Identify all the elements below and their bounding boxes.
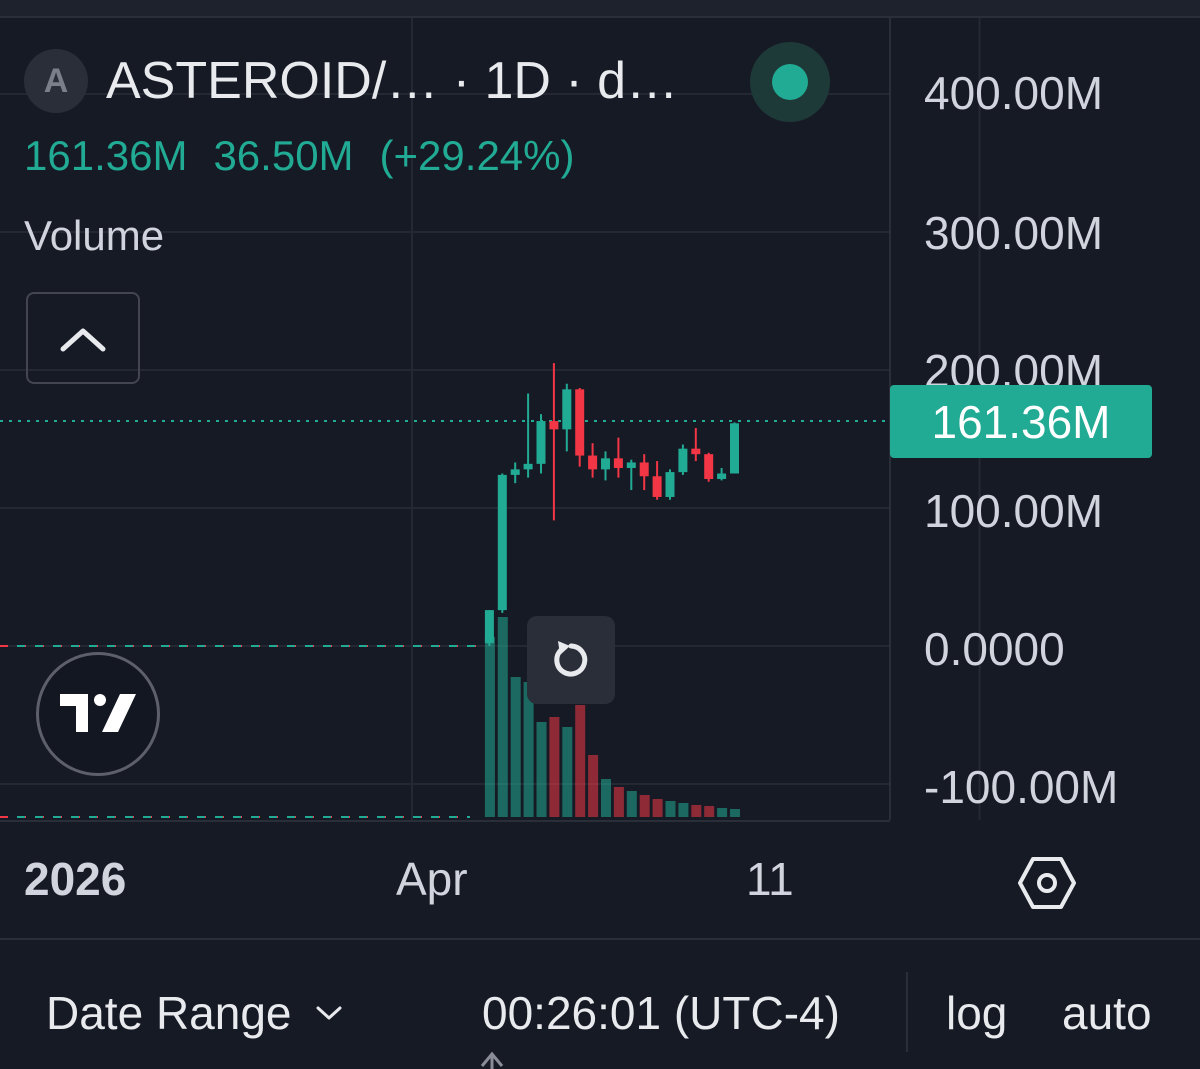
- candle: [613, 437, 623, 478]
- settings-icon[interactable]: [1018, 854, 1076, 912]
- y-axis-tick: -100.00M: [924, 761, 1119, 813]
- volume-bar: [549, 717, 560, 817]
- candle-body: [588, 455, 598, 470]
- tradingview-logo[interactable]: [36, 652, 160, 776]
- bottom-toolbar: Date Range 00:26:01 (UTC-4) log auto: [0, 938, 1200, 1069]
- candle: [730, 422, 739, 474]
- candle-body: [601, 458, 610, 470]
- ohlc-values: 161.36M 36.50M (+29.24%): [24, 132, 601, 180]
- market-status-indicator[interactable]: [750, 42, 830, 122]
- candle: [510, 462, 520, 484]
- candle-body: [562, 389, 572, 430]
- symbol-avatar: A: [24, 49, 88, 113]
- reset-chart-button[interactable]: [527, 616, 615, 704]
- volume-bar: [510, 677, 521, 817]
- volume-bar: [536, 722, 547, 817]
- volume-bar: [484, 637, 495, 817]
- y-axis-tick: 400.00M: [924, 67, 1104, 119]
- candle-body: [652, 476, 662, 497]
- candle: [549, 363, 559, 521]
- volume-bar: [678, 803, 689, 817]
- candle-body: [549, 421, 559, 430]
- candle-body: [704, 454, 714, 480]
- candle: [639, 454, 649, 491]
- candle-body: [575, 389, 585, 456]
- candle: [601, 451, 610, 481]
- candle: [626, 459, 636, 491]
- candle-body: [626, 462, 636, 468]
- last-price-label: 161.36M: [890, 385, 1152, 458]
- volume-bar: [665, 801, 676, 817]
- symbol-title[interactable]: ASTEROID/… · 1D · d…: [106, 51, 678, 111]
- y-axis-tick: 0.0000: [924, 623, 1065, 675]
- volume-bar: [588, 755, 599, 817]
- volume-bar: [691, 805, 702, 817]
- top-strip: [0, 0, 1200, 18]
- candle: [652, 461, 662, 500]
- candle-body: [523, 463, 533, 470]
- volume-bar: [639, 795, 650, 817]
- volume-indicator-label[interactable]: Volume: [24, 212, 164, 260]
- y-axis-tick: 100.00M: [924, 485, 1104, 537]
- candle-body: [484, 610, 494, 644]
- chart-legend: A ASTEROID/… · 1D · d… 161.36M 36.50M (+29…: [24, 42, 830, 259]
- rotate-icon: [554, 641, 588, 677]
- up-arrow-icon: [480, 1051, 504, 1069]
- candle: [717, 467, 727, 481]
- candle-body: [613, 458, 623, 468]
- volume-bar: [497, 617, 508, 817]
- candle: [678, 444, 688, 475]
- candle: [691, 427, 701, 462]
- candle: [536, 414, 546, 474]
- timezone-clock[interactable]: 00:26:01 (UTC-4): [482, 986, 840, 1040]
- candle: [497, 473, 507, 613]
- candle-body: [639, 462, 649, 477]
- candle: [562, 383, 572, 452]
- y-axis-tick: 300.00M: [924, 207, 1104, 259]
- collapse-legend-button[interactable]: [26, 292, 140, 384]
- date-range-label: Date Range: [46, 987, 292, 1039]
- candle-body: [665, 472, 675, 497]
- x-axis-tick: 2026: [24, 853, 127, 905]
- volume-bar: [613, 787, 624, 817]
- market-status-dot: [772, 64, 808, 100]
- symbol-row[interactable]: A ASTEROID/… · 1D · d…: [24, 42, 830, 122]
- candle-body: [717, 473, 727, 480]
- candle: [704, 452, 714, 482]
- change-value: 36.50M: [213, 132, 354, 179]
- toolbar-divider: [906, 972, 908, 1052]
- volume-bar: [730, 809, 740, 817]
- x-axis-tick: Apr: [396, 853, 468, 905]
- candle-body: [497, 474, 507, 611]
- candle: [523, 393, 533, 478]
- chevron-down-icon: [316, 1006, 341, 1020]
- date-range-button[interactable]: Date Range: [46, 986, 344, 1040]
- volume-bar: [626, 791, 637, 817]
- volume-bar: [601, 779, 611, 817]
- candle: [575, 387, 585, 467]
- candle: [484, 610, 494, 646]
- volume-bar: [562, 727, 573, 817]
- candle: [665, 469, 675, 500]
- auto-scale-toggle[interactable]: auto: [1062, 986, 1152, 1040]
- volume-bar: [704, 806, 715, 817]
- candle-body: [536, 421, 546, 464]
- volume-bar: [575, 705, 586, 817]
- log-scale-toggle[interactable]: log: [946, 986, 1007, 1040]
- tv-logo-icon: [60, 694, 136, 732]
- candle-body: [730, 423, 739, 474]
- close-value: 161.36M: [24, 132, 188, 179]
- volume-bar: [717, 808, 728, 817]
- volume-bar: [652, 799, 663, 817]
- candle-body: [510, 469, 520, 475]
- candle: [588, 443, 598, 478]
- change-percent: (+29.24%): [379, 132, 575, 179]
- chevron-up-icon: [60, 328, 106, 352]
- x-axis-tick: 11: [746, 853, 794, 905]
- candles: [484, 363, 739, 646]
- candle-body: [678, 448, 688, 473]
- candle-body: [691, 448, 701, 455]
